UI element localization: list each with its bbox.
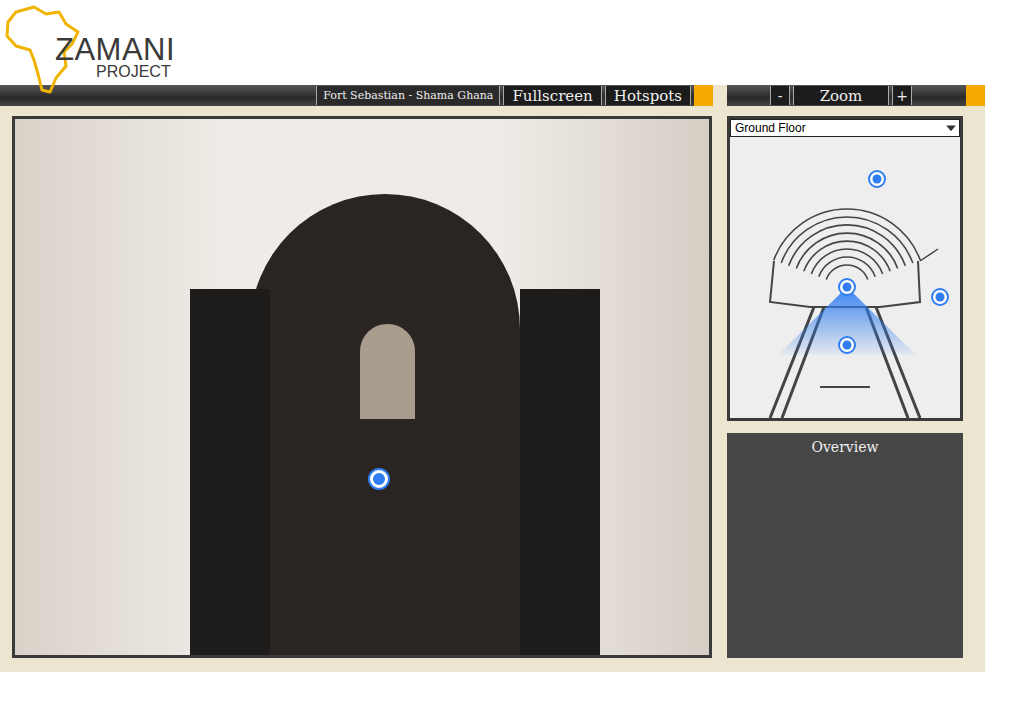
page: ZAMANI PROJECT Fort Sebastian - Shama Gh… — [0, 0, 1014, 710]
zoom-label: Zoom — [793, 86, 889, 105]
toolbar: Fort Sebastian - Shama Ghana FullscreenH… — [0, 85, 713, 106]
dropdown-icon — [943, 120, 959, 136]
logo-name: ZAMANI — [55, 32, 175, 68]
hotspot-icon[interactable] — [370, 470, 388, 488]
floor-plan[interactable] — [730, 137, 960, 418]
zoom-in-button[interactable]: + — [892, 86, 912, 105]
logo[interactable]: ZAMANI PROJECT — [0, 0, 200, 85]
zoom-toggle[interactable] — [966, 85, 985, 106]
header: ZAMANI PROJECT — [0, 0, 1014, 85]
floor-select[interactable]: Ground Floor — [730, 119, 960, 137]
overview-title: Overview — [811, 439, 878, 457]
zoom-out-button[interactable]: - — [770, 86, 790, 105]
panorama-photo — [15, 119, 709, 655]
toolbar-button[interactable]: Fullscreen — [503, 86, 601, 105]
logo-sub: PROJECT — [96, 63, 171, 81]
zoom-bar: - Zoom + — [727, 85, 985, 106]
overview-panel: Overview — [727, 433, 963, 658]
floor-label: Ground Floor — [735, 121, 806, 135]
toolbar-toggle[interactable] — [694, 85, 713, 106]
site-title[interactable]: Fort Sebastian - Shama Ghana — [316, 86, 500, 105]
map-panel: Ground Floor — [727, 116, 963, 421]
toolbar-button[interactable]: Hotspots — [605, 86, 691, 105]
stage: Fort Sebastian - Shama Ghana FullscreenH… — [0, 85, 985, 672]
panorama-viewer[interactable] — [12, 116, 712, 658]
